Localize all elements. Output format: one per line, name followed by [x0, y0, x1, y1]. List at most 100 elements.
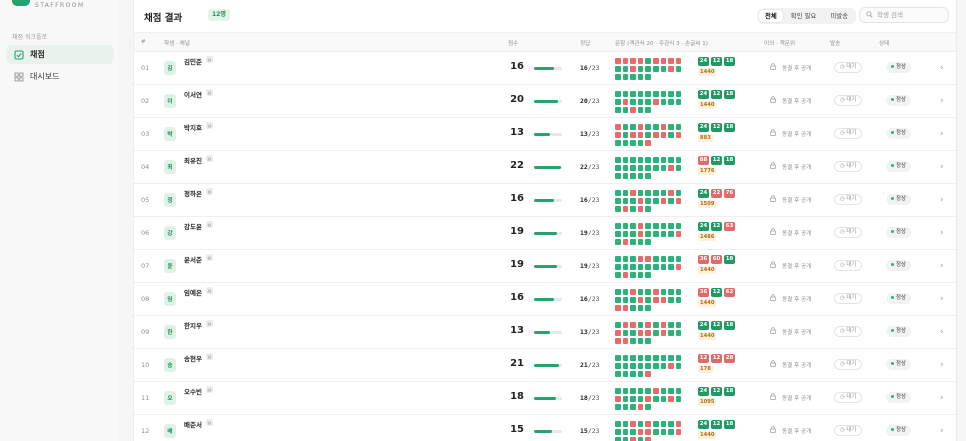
- question-cell-wrong[interactable]: [622, 305, 629, 311]
- question-cell-wrong[interactable]: [630, 289, 636, 295]
- question-cell-correct[interactable]: [622, 289, 629, 295]
- question-cell-wrong[interactable]: [622, 322, 629, 328]
- question-cell-correct[interactable]: [622, 66, 629, 72]
- question-cell-wrong[interactable]: [622, 239, 629, 245]
- table-row[interactable]: 04 최 최유진 ▤ 22 22/23 88 12 18 1776 동결 후 공개 ◷ 대기 정상 ›: [134, 151, 956, 184]
- question-cell-correct[interactable]: [652, 66, 659, 72]
- question-cell-correct[interactable]: [645, 223, 651, 229]
- question-cell-correct[interactable]: [615, 140, 621, 146]
- question-cell-correct[interactable]: [645, 231, 651, 237]
- question-cell-correct[interactable]: [652, 231, 659, 237]
- question-cell-correct[interactable]: [660, 429, 667, 435]
- question-cell-wrong[interactable]: [660, 330, 667, 336]
- question-cell-correct[interactable]: [630, 239, 636, 245]
- send-status-button[interactable]: ◷ 대기: [834, 326, 863, 337]
- table-row[interactable]: 11 오 오수빈 ▤ 18 18/23 24 12 18 1095 동결 후 공개 ◷ 대기 정상 ›: [134, 382, 956, 415]
- question-cell-correct[interactable]: [660, 264, 667, 270]
- question-cell-correct[interactable]: [645, 165, 651, 171]
- chevron-right-icon[interactable]: ›: [940, 228, 944, 238]
- chevron-right-icon[interactable]: ›: [940, 261, 944, 271]
- question-cell-correct[interactable]: [645, 99, 651, 105]
- question-cell-correct[interactable]: [615, 437, 621, 441]
- question-cell-wrong[interactable]: [652, 99, 659, 105]
- question-cell-correct[interactable]: [668, 91, 674, 97]
- question-cell-correct[interactable]: [668, 231, 674, 237]
- question-cell-correct[interactable]: [675, 99, 682, 105]
- question-cell-correct[interactable]: [660, 66, 667, 72]
- question-cell-correct[interactable]: [668, 132, 674, 138]
- question-cell-correct[interactable]: [622, 190, 629, 196]
- question-cell-wrong[interactable]: [652, 388, 659, 394]
- question-cell-correct[interactable]: [668, 429, 674, 435]
- question-cell-correct[interactable]: [615, 173, 621, 179]
- question-cell-correct[interactable]: [668, 297, 674, 303]
- question-cell-correct[interactable]: [630, 264, 636, 270]
- question-cell-correct[interactable]: [645, 272, 651, 278]
- question-cell-wrong[interactable]: [615, 396, 621, 402]
- question-cell-wrong[interactable]: [675, 198, 682, 204]
- question-cell-correct[interactable]: [675, 124, 682, 130]
- question-cell-correct[interactable]: [645, 363, 651, 369]
- question-cell-correct[interactable]: [637, 322, 644, 328]
- question-cell-correct[interactable]: [668, 99, 674, 105]
- question-cell-correct[interactable]: [622, 297, 629, 303]
- question-cell-correct[interactable]: [675, 157, 682, 163]
- question-cell-correct[interactable]: [645, 124, 651, 130]
- chevron-right-icon[interactable]: ›: [940, 129, 944, 139]
- question-cell-correct[interactable]: [637, 165, 644, 171]
- question-cell-wrong[interactable]: [675, 264, 682, 270]
- question-cell-correct[interactable]: [615, 289, 621, 295]
- question-cell-correct[interactable]: [615, 198, 621, 204]
- question-cell-wrong[interactable]: [615, 58, 621, 64]
- send-status-button[interactable]: ◷ 대기: [834, 293, 863, 304]
- question-cell-wrong[interactable]: [645, 322, 651, 328]
- question-cell-wrong[interactable]: [645, 421, 651, 427]
- question-cell-correct[interactable]: [615, 231, 621, 237]
- question-cell-correct[interactable]: [675, 256, 682, 262]
- table-row[interactable]: 05 정 정하은 ▤ 16 16/23 24 22 76 1509 동결 후 공개 ◷ 대기 정상 ›: [134, 184, 956, 217]
- question-cell-wrong[interactable]: [675, 132, 682, 138]
- question-cell-correct[interactable]: [637, 371, 644, 377]
- question-cell-correct[interactable]: [652, 264, 659, 270]
- question-cell-wrong[interactable]: [630, 58, 636, 64]
- question-cell-correct[interactable]: [630, 99, 636, 105]
- question-cell-correct[interactable]: [615, 371, 621, 377]
- question-cell-correct[interactable]: [645, 107, 651, 113]
- question-cell-wrong[interactable]: [675, 58, 682, 64]
- question-cell-correct[interactable]: [645, 264, 651, 270]
- question-cell-correct[interactable]: [630, 388, 636, 394]
- question-cell-wrong[interactable]: [637, 231, 644, 237]
- question-cell-correct[interactable]: [622, 363, 629, 369]
- question-cell-correct[interactable]: [630, 338, 636, 344]
- question-cell-wrong[interactable]: [645, 371, 651, 377]
- send-status-button[interactable]: ◷ 대기: [834, 359, 863, 370]
- question-cell-correct[interactable]: [622, 74, 629, 80]
- question-cell-correct[interactable]: [652, 190, 659, 196]
- question-cell-correct[interactable]: [630, 272, 636, 278]
- question-cell-correct[interactable]: [637, 157, 644, 163]
- chevron-right-icon[interactable]: ›: [940, 393, 944, 403]
- question-cell-correct[interactable]: [615, 99, 621, 105]
- sidebar-item-grading[interactable]: 채점: [6, 45, 114, 64]
- question-cell-correct[interactable]: [622, 404, 629, 410]
- question-cell-wrong[interactable]: [615, 305, 621, 311]
- question-cell-correct[interactable]: [630, 91, 636, 97]
- chevron-right-icon[interactable]: ›: [940, 294, 944, 304]
- question-cell-wrong[interactable]: [660, 58, 667, 64]
- tab-all[interactable]: 전체: [759, 10, 783, 22]
- question-cell-correct[interactable]: [615, 165, 621, 171]
- question-cell-correct[interactable]: [668, 256, 674, 262]
- question-cell-correct[interactable]: [615, 223, 621, 229]
- question-cell-correct[interactable]: [660, 388, 667, 394]
- question-cell-correct[interactable]: [630, 371, 636, 377]
- question-cell-wrong[interactable]: [645, 256, 651, 262]
- send-status-button[interactable]: ◷ 대기: [834, 95, 863, 106]
- question-cell-correct[interactable]: [675, 165, 682, 171]
- chevron-right-icon[interactable]: ›: [940, 96, 944, 106]
- question-cell-correct[interactable]: [615, 272, 621, 278]
- question-cell-correct[interactable]: [645, 355, 651, 361]
- question-cell-wrong[interactable]: [637, 297, 644, 303]
- question-cell-correct[interactable]: [630, 231, 636, 237]
- question-cell-correct[interactable]: [622, 198, 629, 204]
- question-cell-correct[interactable]: [615, 355, 621, 361]
